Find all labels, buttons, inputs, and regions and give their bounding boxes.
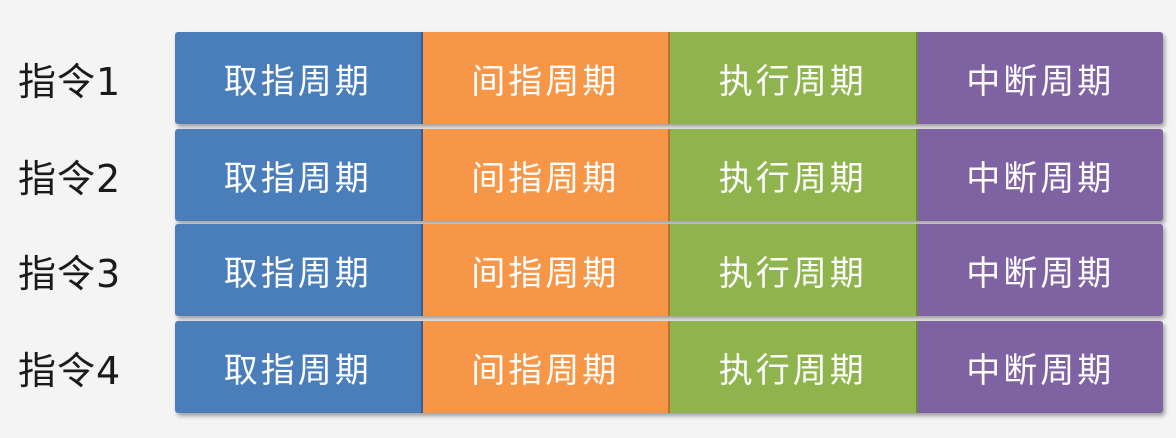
cycle-bar-4: 取指周期 间指周期 执行周期 中断周期 (175, 321, 1163, 413)
indirect-cycle-cell: 间指周期 (422, 321, 670, 413)
execute-cycle-cell: 执行周期 (670, 224, 918, 316)
execute-cycle-cell: 执行周期 (670, 321, 918, 413)
interrupt-cycle-cell: 中断周期 (917, 224, 1163, 316)
indirect-cycle-cell: 间指周期 (422, 32, 670, 124)
cycle-bar-1: 取指周期 间指周期 执行周期 中断周期 (175, 32, 1163, 124)
cycle-bar-2: 取指周期 间指周期 执行周期 中断周期 (175, 129, 1163, 221)
indirect-cycle-cell: 间指周期 (422, 224, 670, 316)
fetch-cycle-cell: 取指周期 (175, 321, 423, 413)
interrupt-cycle-cell: 中断周期 (917, 321, 1163, 413)
fetch-cycle-cell: 取指周期 (175, 224, 423, 316)
execute-cycle-cell: 执行周期 (670, 32, 918, 124)
fetch-cycle-cell: 取指周期 (175, 129, 423, 221)
interrupt-cycle-cell: 中断周期 (917, 32, 1163, 124)
instruction-row-4: 指令4 取指周期 间指周期 执行周期 中断周期 (0, 321, 1176, 413)
instruction-label-1: 指令1 (18, 59, 122, 104)
interrupt-cycle-cell: 中断周期 (917, 129, 1163, 221)
indirect-cycle-cell: 间指周期 (422, 129, 670, 221)
instruction-cycle-diagram: 指令1 取指周期 间指周期 执行周期 中断周期 指令2 取指周期 间指周期 执行… (0, 0, 1176, 438)
instruction-label-2: 指令2 (18, 156, 122, 201)
cycle-bar-3: 取指周期 间指周期 执行周期 中断周期 (175, 224, 1163, 316)
instruction-row-1: 指令1 取指周期 间指周期 执行周期 中断周期 (0, 32, 1176, 124)
fetch-cycle-cell: 取指周期 (175, 32, 423, 124)
execute-cycle-cell: 执行周期 (670, 129, 918, 221)
instruction-row-2: 指令2 取指周期 间指周期 执行周期 中断周期 (0, 129, 1176, 221)
instruction-label-3: 指令3 (18, 251, 122, 296)
instruction-row-3: 指令3 取指周期 间指周期 执行周期 中断周期 (0, 224, 1176, 316)
instruction-label-4: 指令4 (18, 348, 122, 393)
